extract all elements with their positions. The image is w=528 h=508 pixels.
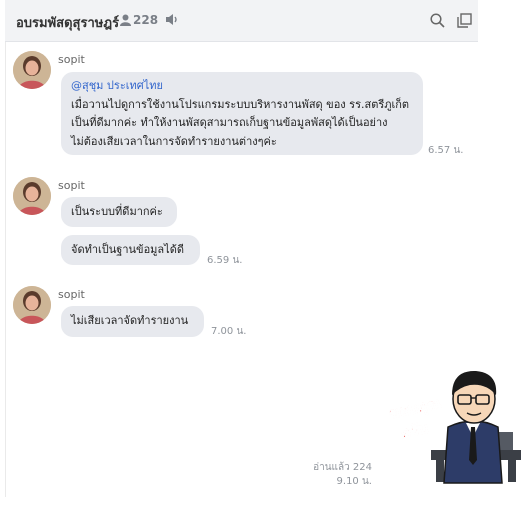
message-bubble[interactable]: @สุชุม ประเทศไทย เมื่อวานไปดูการใช้งานโป… (61, 72, 423, 155)
member-count[interactable]: 228 (120, 13, 158, 27)
profile-photo (13, 51, 51, 89)
message-bubble[interactable]: ไม่เสียเวลาจัดทำรายงาน (61, 306, 204, 337)
message-bubble[interactable]: เป็นระบบที่ดีมากค่ะ (61, 197, 177, 227)
avatar[interactable] (13, 286, 51, 324)
chat-header: อบรมพัสดุสุราษฎร์ 228 (5, 0, 478, 42)
sticker-text-line2: ครับ (399, 419, 430, 442)
message-line: ไม่ต้องเสียเวลาในการจัดทำรายงานต่างๆค่ะ (71, 134, 277, 148)
avatar[interactable] (13, 177, 51, 215)
avatar[interactable] (13, 51, 51, 89)
copy-icon[interactable] (457, 13, 472, 28)
sender-name: sopit (58, 179, 85, 192)
message-time: 6.59 น. (207, 255, 243, 266)
read-receipt: อ่านแล้ว 224 9.10 น. (300, 461, 372, 489)
sender-name: sopit (58, 53, 85, 66)
sticker-time: 9.10 น. (336, 476, 372, 487)
sender-name: sopit (58, 288, 85, 301)
mention-link[interactable]: @สุชุม ประเทศไทย (71, 77, 413, 96)
group-title: อบรมพัสดุสุราษฎร์ (16, 16, 120, 31)
message-time: 6.57 น. (428, 145, 464, 156)
profile-photo (13, 177, 51, 215)
search-icon[interactable] (430, 13, 445, 28)
speaker-icon[interactable] (165, 13, 179, 26)
message-line: เมื่อวานไปดูการใช้งานโปรแกรมระบบบริหารงา… (71, 97, 410, 111)
member-count-value: 228 (133, 13, 159, 27)
read-count: อ่านแล้ว 224 (313, 462, 372, 473)
profile-photo (13, 286, 51, 324)
members-icon (120, 14, 131, 26)
thank-you-sticker[interactable]: ขอบคุณ ครับ (386, 365, 522, 487)
sticker-text-line1: ขอบคุณ (387, 394, 443, 424)
message-bubble[interactable]: จัดทำเป็นฐานข้อมูลได้ดี (61, 235, 200, 265)
message-line: เป็นที่ดีมากค่ะ ทำให้งานพัสดุสามารถเก็บฐ… (71, 116, 388, 129)
message-time: 7.00 น. (211, 326, 247, 337)
